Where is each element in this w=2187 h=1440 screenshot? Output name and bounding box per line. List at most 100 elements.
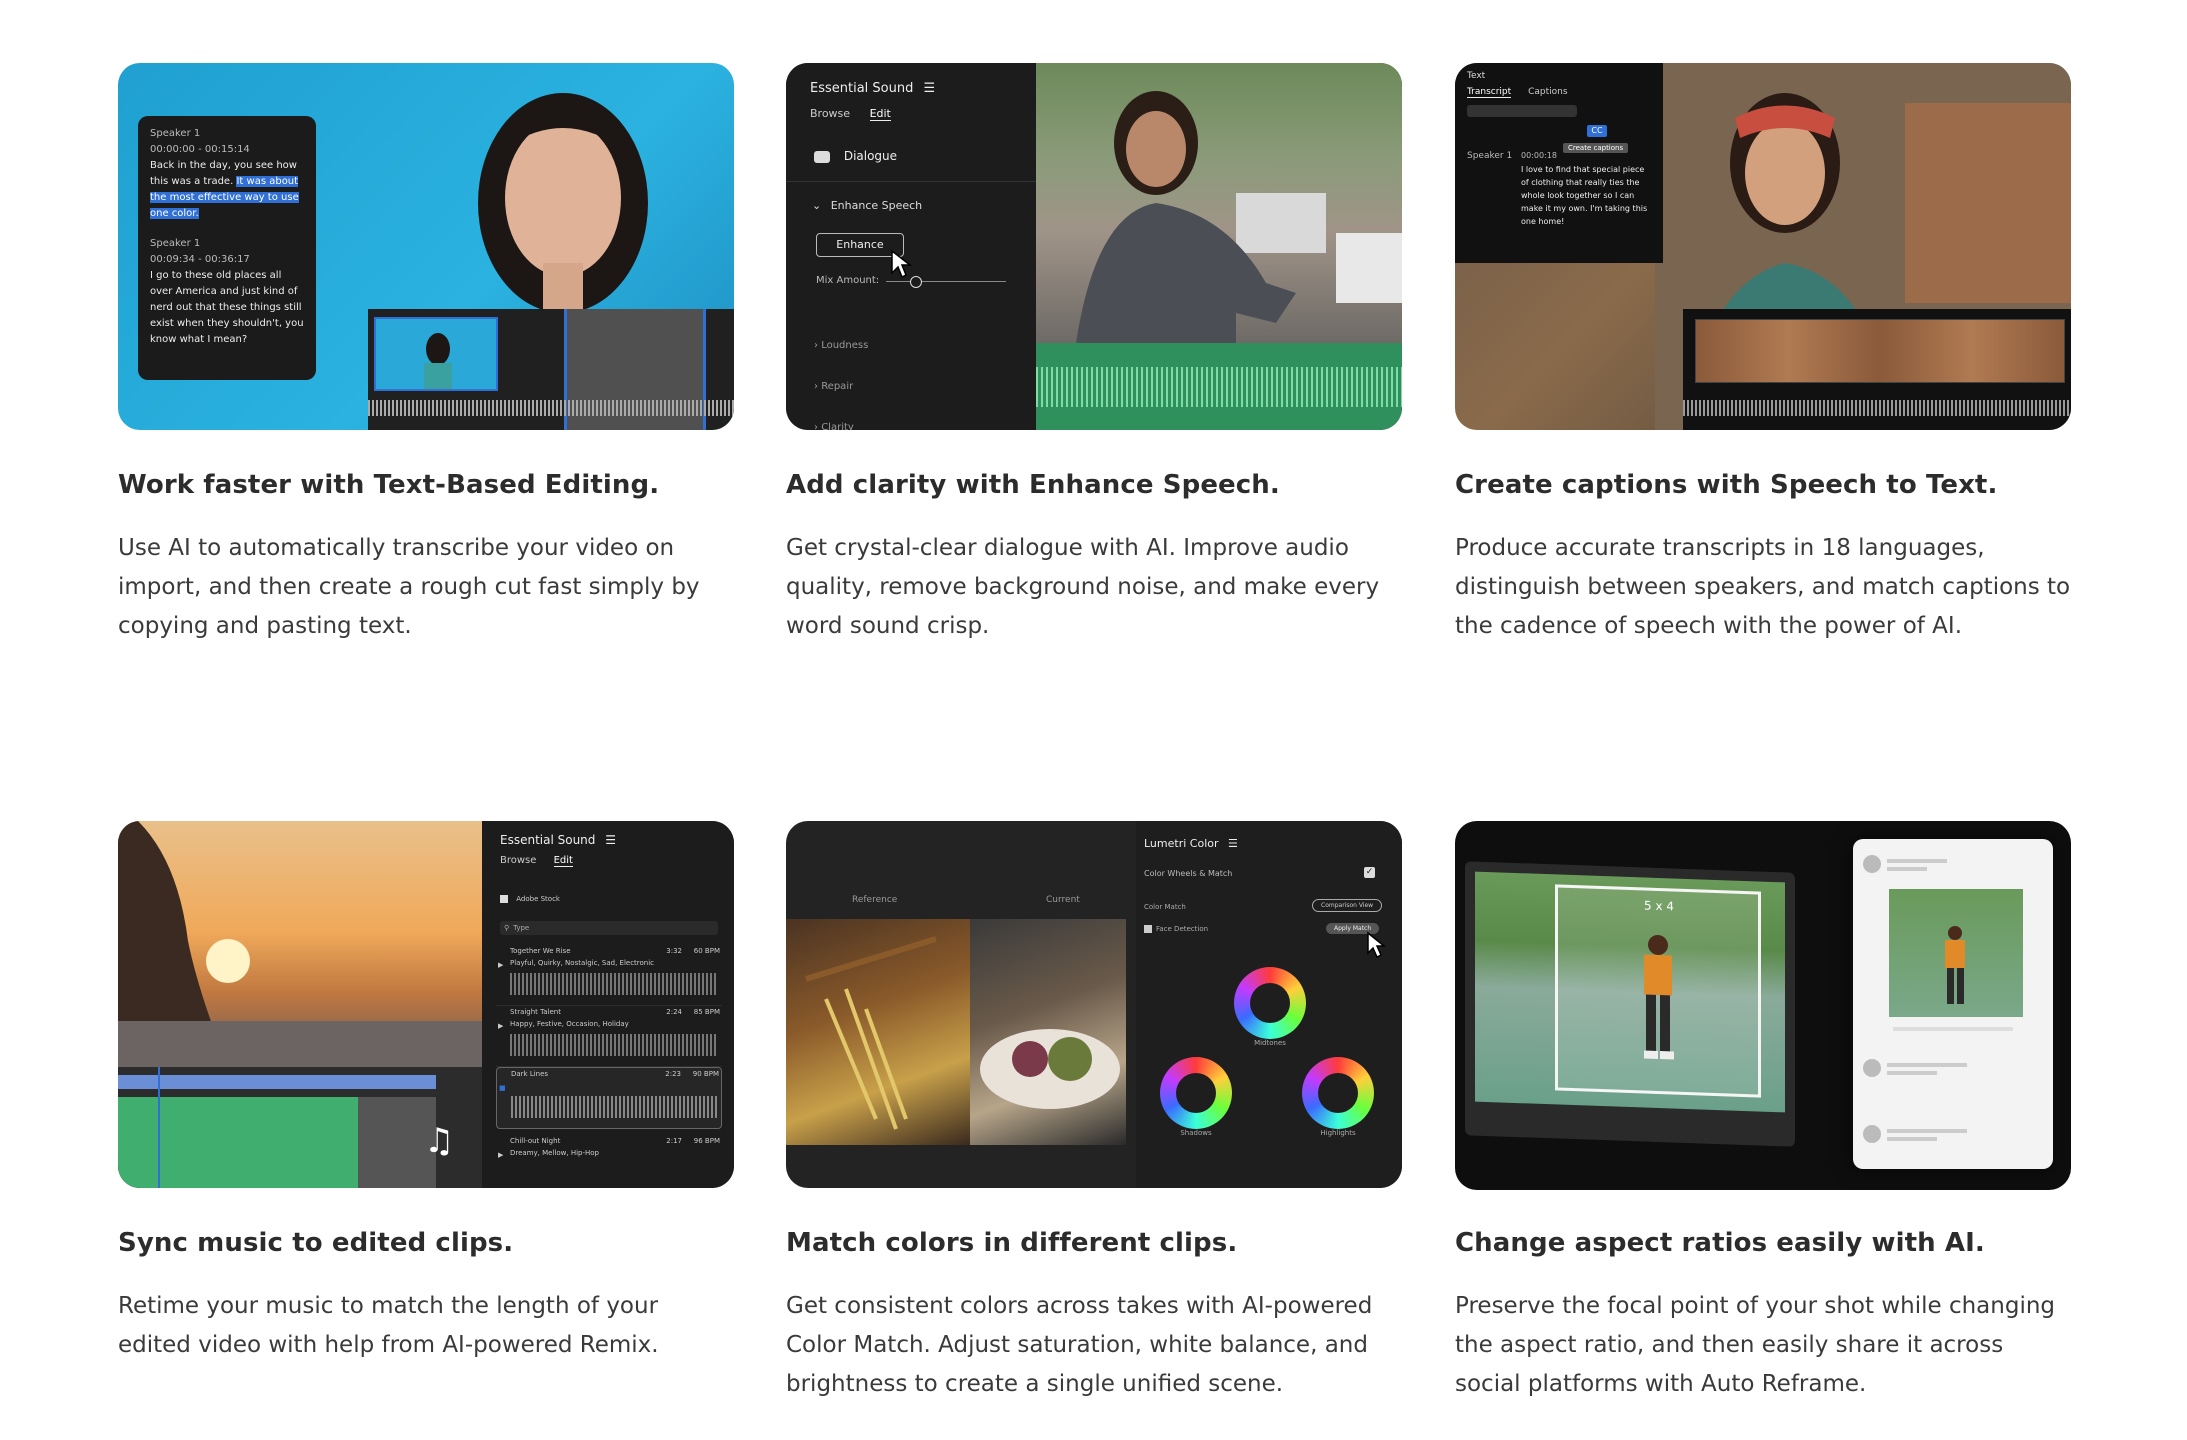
mix-amount-label: Mix Amount: bbox=[816, 275, 880, 286]
feature-card-enhance-speech: Essential Sound ☰ Browse Edit Dialogue ⌄… bbox=[786, 63, 1402, 646]
track-tags: Dreamy, Mellow, Hip-Hop bbox=[510, 1149, 599, 1157]
section-repair[interactable]: › Repair bbox=[814, 366, 868, 407]
track-bpm: 96 BPM bbox=[693, 1137, 720, 1145]
aspect-ratio-label: 5 x 4 bbox=[1644, 898, 1674, 914]
playhead[interactable] bbox=[158, 1067, 160, 1188]
track-bpm: 90 BPM bbox=[692, 1070, 719, 1078]
current-label: Current bbox=[1046, 895, 1080, 905]
clip-thumbnails bbox=[1695, 319, 2065, 383]
tab-captions[interactable]: Captions bbox=[1528, 87, 1567, 97]
midtones-label: Midtones bbox=[1254, 1039, 1286, 1047]
timeline-strip bbox=[1683, 309, 2071, 430]
track-duration: 2:24 bbox=[666, 1008, 682, 1016]
tab-transcript[interactable]: Transcript bbox=[1467, 87, 1512, 98]
feature-card-auto-reframe: 5 x 4 Change aspect ratios easily with A… bbox=[1455, 821, 2071, 1404]
chevron-right-icon: › bbox=[814, 340, 818, 351]
enhance-speech-image: Essential Sound ☰ Browse Edit Dialogue ⌄… bbox=[786, 63, 1402, 430]
card-description: Preserve the focal point of your shot wh… bbox=[1455, 1293, 2056, 1398]
reframe-box[interactable]: 5 x 4 bbox=[1555, 884, 1761, 1098]
search-input[interactable] bbox=[1467, 105, 1577, 117]
menu-icon[interactable]: ☰ bbox=[605, 833, 616, 847]
essential-sound-panel: Essential Sound ☰ Browse Edit Adobe Stoc… bbox=[482, 821, 734, 1188]
track-row[interactable]: ▶ Together We Rise Playful, Quirky, Nost… bbox=[496, 945, 722, 1006]
track-row-selected[interactable]: ■ Dark Lines 2:23 90 BPM bbox=[496, 1067, 722, 1129]
shadows-wheel[interactable]: Shadows bbox=[1156, 1057, 1236, 1157]
tab-edit[interactable]: Edit bbox=[553, 855, 573, 867]
track-bpm: 60 BPM bbox=[693, 947, 720, 955]
menu-icon[interactable]: ☰ bbox=[1228, 837, 1238, 850]
track-tags: Playful, Quirky, Nostalgic, Sad, Electro… bbox=[510, 959, 655, 967]
card-title: Create captions with Speech to Text. bbox=[1455, 470, 1998, 500]
mix-amount-slider[interactable] bbox=[886, 276, 1006, 288]
track-waveform bbox=[510, 1034, 718, 1056]
transcript-time-2: 00:09:34 - 00:36:17 bbox=[150, 254, 250, 265]
panel-title: Text bbox=[1467, 71, 1486, 81]
play-icon[interactable]: ■ bbox=[499, 1084, 506, 1092]
card-description: Retime your music to match the length of… bbox=[118, 1293, 659, 1359]
comparison-view-button[interactable]: Comparison View bbox=[1312, 899, 1383, 912]
enhance-speech-section[interactable]: ⌄ Enhance Speech bbox=[812, 199, 922, 212]
social-post-mockup bbox=[1853, 839, 2053, 1169]
play-icon[interactable]: ▶ bbox=[498, 1151, 503, 1159]
transcript-text-1[interactable]: Back in the day, you see how this was a … bbox=[150, 158, 304, 222]
music-track bbox=[118, 1097, 358, 1188]
speech-to-text-image: Text Transcript Captions CC Create capti… bbox=[1455, 63, 2071, 430]
text-based-editing-image: Speaker 1 00:00:00 - 00:15:14 Back in th… bbox=[118, 63, 734, 430]
panel-title: Essential Sound ☰ bbox=[810, 81, 936, 96]
avatar bbox=[1863, 1059, 1881, 1077]
transcript-panel: Speaker 1 00:00:00 - 00:15:14 Back in th… bbox=[138, 116, 316, 380]
chevron-right-icon: › bbox=[814, 422, 818, 430]
feature-card-speech-to-text: Text Transcript Captions CC Create capti… bbox=[1455, 63, 2071, 646]
highlights-wheel[interactable]: Highlights bbox=[1298, 1057, 1378, 1157]
midtones-wheel[interactable]: Midtones bbox=[1230, 967, 1310, 1057]
reference-label: Reference bbox=[852, 895, 898, 905]
play-icon[interactable]: ▶ bbox=[498, 1022, 503, 1030]
current-frame bbox=[970, 919, 1126, 1145]
track-duration: 2:17 bbox=[666, 1137, 682, 1145]
track-name: Together We Rise bbox=[510, 947, 571, 955]
menu-icon[interactable]: ☰ bbox=[924, 81, 936, 96]
post-image[interactable] bbox=[1889, 889, 2023, 1017]
text-panel: Text Transcript Captions CC Create capti… bbox=[1455, 63, 1663, 263]
card-title: Add clarity with Enhance Speech. bbox=[786, 470, 1280, 500]
color-match-image: Reference Current Lumetri Color ☰ Color … bbox=[786, 821, 1402, 1188]
track-row[interactable]: ▶ Straight Talent Happy, Festive, Occasi… bbox=[496, 1006, 722, 1067]
search-input[interactable]: ⚲ Type bbox=[500, 921, 718, 935]
feature-card-sync-music: ♫ Essential Sound ☰ Browse Edit Adobe St… bbox=[118, 821, 734, 1365]
avatar bbox=[1863, 1125, 1881, 1143]
transcript-text-2[interactable]: I go to these old places all over Americ… bbox=[150, 268, 304, 348]
color-match-label: Color Match bbox=[1144, 903, 1186, 911]
cursor-icon bbox=[1366, 931, 1388, 963]
dialogue-category[interactable]: Dialogue bbox=[814, 149, 897, 163]
transcript-speaker-1: Speaker 1 bbox=[150, 128, 201, 139]
tab-browse[interactable]: Browse bbox=[810, 107, 850, 120]
tab-browse[interactable]: Browse bbox=[500, 855, 536, 866]
face-detection-checkbox[interactable] bbox=[1144, 925, 1152, 933]
track-bpm: 85 BPM bbox=[693, 1008, 720, 1016]
stock-icon bbox=[500, 895, 508, 903]
sync-music-image: ♫ Essential Sound ☰ Browse Edit Adobe St… bbox=[118, 821, 734, 1188]
reference-frame bbox=[786, 919, 970, 1145]
monitor-frame: 5 x 4 bbox=[1465, 861, 1795, 1147]
card-title: Work faster with Text-Based Editing. bbox=[118, 470, 660, 500]
track-row[interactable]: ▶ Chill-out Night Dreamy, Mellow, Hip-Ho… bbox=[496, 1135, 722, 1175]
tab-edit[interactable]: Edit bbox=[869, 107, 891, 121]
cc-button[interactable]: CC bbox=[1587, 125, 1607, 137]
auto-reframe-image: 5 x 4 bbox=[1455, 821, 2071, 1190]
section-clarity[interactable]: › Clarity bbox=[814, 407, 868, 430]
track-name: Straight Talent bbox=[510, 1008, 561, 1016]
timeline: ♫ bbox=[118, 1067, 482, 1188]
slider-thumb[interactable] bbox=[910, 276, 922, 288]
shadows-label: Shadows bbox=[1180, 1129, 1212, 1137]
audio-waveform bbox=[368, 393, 734, 423]
audio-waveform bbox=[1036, 343, 1402, 430]
track-tags: Happy, Festive, Occasion, Holiday bbox=[510, 1020, 629, 1028]
play-icon[interactable]: ▶ bbox=[498, 961, 503, 969]
transcript-text[interactable]: I love to find that special piece of clo… bbox=[1521, 163, 1653, 228]
track-waveform bbox=[511, 1096, 719, 1118]
street-video-frame bbox=[1036, 63, 1402, 343]
card-description: Get consistent colors across takes with … bbox=[786, 1293, 1373, 1398]
section-loudness[interactable]: › Loudness bbox=[814, 325, 868, 366]
face-detection-option[interactable]: Face Detection bbox=[1144, 925, 1208, 933]
section-checkbox[interactable]: ✓ bbox=[1364, 867, 1375, 878]
